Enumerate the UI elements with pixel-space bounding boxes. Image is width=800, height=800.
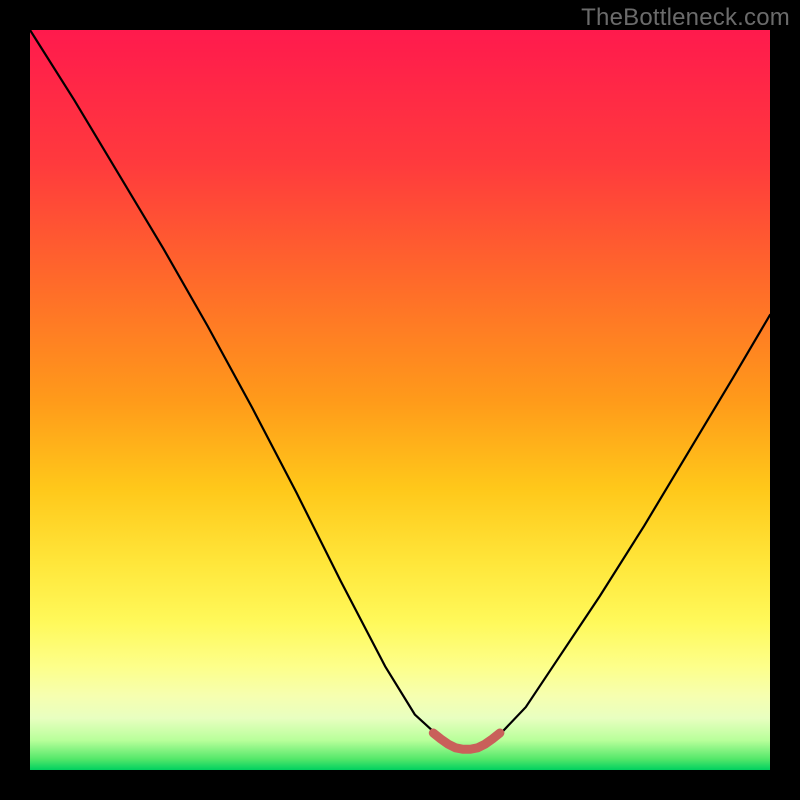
watermark-text: TheBottleneck.com (581, 4, 790, 32)
chart-frame: TheBottleneck.com (0, 0, 800, 800)
bottleneck-curve (30, 30, 770, 748)
flat-bottom-highlight (433, 733, 500, 749)
curve-layer (30, 30, 770, 770)
plot-area (30, 30, 770, 770)
